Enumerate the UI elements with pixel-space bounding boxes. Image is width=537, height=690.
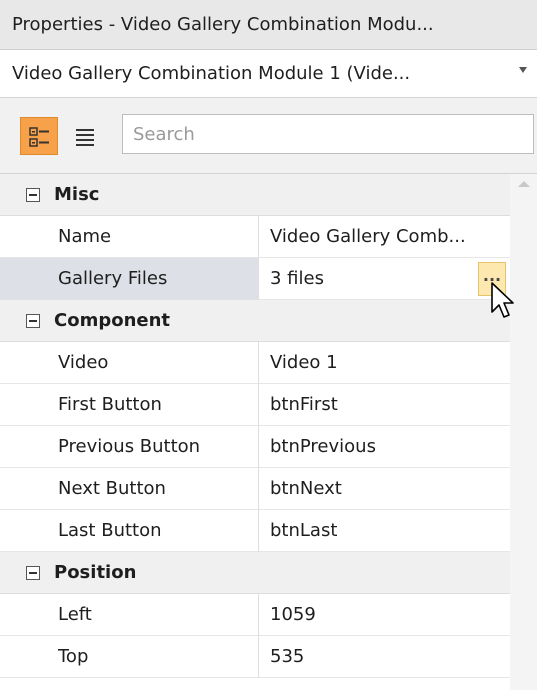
property-name: Left <box>58 604 92 625</box>
property-value[interactable]: btnFirst <box>270 384 505 426</box>
property-value[interactable]: 535 <box>270 636 505 678</box>
column-divider <box>258 426 259 468</box>
column-divider <box>258 510 259 552</box>
vertical-scrollbar[interactable] <box>510 174 537 690</box>
alphabetical-view-icon <box>76 129 94 146</box>
property-row-left[interactable]: Left 1059 <box>0 594 510 636</box>
dropdown-arrow-icon[interactable] <box>519 67 527 73</box>
properties-toolbar <box>0 98 537 174</box>
search-input[interactable] <box>122 114 534 154</box>
category-row-component[interactable]: Component <box>0 300 510 342</box>
property-name: Last Button <box>58 520 162 541</box>
property-name: Top <box>58 646 89 667</box>
property-name: First Button <box>58 394 162 415</box>
mouse-cursor-icon <box>491 282 514 318</box>
property-value[interactable]: 3 files <box>270 258 505 300</box>
property-name: Previous Button <box>58 436 201 457</box>
collapse-icon[interactable] <box>26 188 40 202</box>
category-label: Position <box>54 562 137 583</box>
column-divider <box>258 216 259 258</box>
property-name: Gallery Files <box>58 268 168 289</box>
panel-title: Properties - Video Gallery Combination M… <box>0 0 537 50</box>
property-grid: Misc Name Video Gallery Comb... Gallery … <box>0 174 537 690</box>
object-selector-dropdown[interactable]: Video Gallery Combination Module 1 (Vide… <box>0 50 537 98</box>
property-value[interactable]: Video Gallery Comb... <box>270 216 505 258</box>
property-row-name[interactable]: Name Video Gallery Comb... <box>0 216 510 258</box>
column-divider <box>258 468 259 510</box>
property-value[interactable]: Video 1 <box>270 342 505 384</box>
category-row-position[interactable]: Position <box>0 552 510 594</box>
property-name: Name <box>58 226 112 247</box>
collapse-icon[interactable] <box>26 314 40 328</box>
property-row-last-button[interactable]: Last Button btnLast <box>0 510 510 552</box>
property-row-video[interactable]: Video Video 1 <box>0 342 510 384</box>
property-value[interactable]: btnNext <box>270 468 505 510</box>
category-row-misc[interactable]: Misc <box>0 174 510 216</box>
categorized-view-icon <box>29 127 49 147</box>
category-label: Misc <box>54 184 100 205</box>
property-row-next-button[interactable]: Next Button btnNext <box>0 468 510 510</box>
collapse-icon[interactable] <box>26 566 40 580</box>
category-label: Component <box>54 310 171 331</box>
property-row-top[interactable]: Top 535 <box>0 636 510 678</box>
column-divider <box>258 342 259 384</box>
property-value[interactable]: btnLast <box>270 510 505 552</box>
property-name: Next Button <box>58 478 166 499</box>
property-row-first-button[interactable]: First Button btnFirst <box>0 384 510 426</box>
column-divider <box>258 636 259 678</box>
column-divider <box>258 594 259 636</box>
scroll-up-arrow-icon[interactable] <box>518 181 530 187</box>
properties-panel: Properties - Video Gallery Combination M… <box>0 0 537 690</box>
property-name: Video <box>58 352 109 373</box>
alphabetical-view-button[interactable] <box>66 117 104 155</box>
property-value[interactable]: btnPrevious <box>270 426 505 468</box>
property-row-gallery-files[interactable]: Gallery Files 3 files ... <box>0 258 510 300</box>
categorized-view-button[interactable] <box>20 117 58 155</box>
property-row-previous-button[interactable]: Previous Button btnPrevious <box>0 426 510 468</box>
object-selector-value: Video Gallery Combination Module 1 (Vide… <box>12 63 411 84</box>
property-value[interactable]: 1059 <box>270 594 505 636</box>
column-divider <box>258 384 259 426</box>
column-divider <box>258 258 259 300</box>
